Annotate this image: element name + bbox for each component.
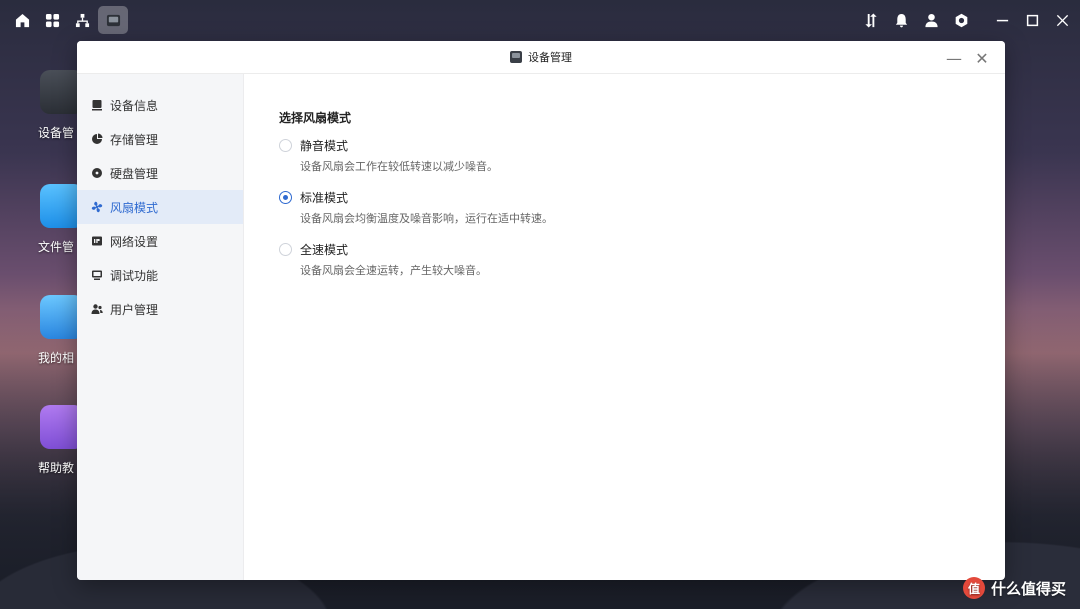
option-label: 静音模式	[300, 138, 349, 153]
sidebar-item-label: 硬盘管理	[110, 166, 159, 181]
minimize-icon: —	[946, 48, 962, 68]
user-icon[interactable]	[916, 6, 946, 34]
sidebar-item-users[interactable]: 用户管理	[77, 292, 243, 326]
close-icon[interactable]	[1047, 6, 1077, 34]
full-speed-mode-radio[interactable]	[279, 242, 292, 256]
sidebar-item-label: 设备信息	[110, 98, 159, 113]
device-manager-icon[interactable]	[98, 6, 128, 34]
minimize-icon[interactable]	[987, 6, 1017, 34]
option-label: 全速模式	[300, 242, 349, 257]
apps-grid-icon[interactable]	[37, 6, 67, 34]
watermark-text: 什么值得买	[990, 579, 1066, 598]
standard-mode-radio[interactable]	[279, 190, 292, 204]
network-ip-icon	[91, 235, 103, 247]
option-description: 设备风扇会均衡温度及噪音影响，运行在适中转速。	[300, 212, 553, 225]
maximize-icon[interactable]	[1017, 6, 1047, 34]
watermark-logo-icon: 值	[962, 577, 985, 599]
system-top-bar	[0, 0, 1080, 40]
device-management-window: 设备管理 — ✕ 设备信息 存储管理 硬盘管理 风扇模式 网络设置 调试功能 用…	[77, 41, 1005, 580]
section-title: 选择风扇模式	[279, 111, 352, 125]
sidebar-item-disk[interactable]: 硬盘管理	[77, 156, 243, 190]
network-icon[interactable]	[67, 6, 97, 34]
window-minimize-button[interactable]: —	[943, 47, 965, 69]
home-icon[interactable]	[7, 6, 37, 34]
window-close-button[interactable]: ✕	[971, 47, 993, 69]
pie-chart-icon	[91, 133, 103, 145]
fan-option-silent: 静音模式 设备风扇会工作在较低转速以减少噪音。	[279, 136, 985, 174]
settings-icon[interactable]	[946, 6, 976, 34]
option-label: 标准模式	[300, 190, 349, 205]
settings-sidebar: 设备信息 存储管理 硬盘管理 风扇模式 网络设置 调试功能 用户管理	[77, 74, 244, 580]
app-icon	[510, 51, 522, 63]
watermark: 值 什么值得买	[962, 577, 1066, 599]
sidebar-item-label: 调试功能	[110, 268, 159, 283]
disk-icon	[91, 167, 103, 179]
sidebar-item-fan-mode[interactable]: 风扇模式	[77, 190, 243, 224]
info-icon	[91, 99, 103, 111]
sidebar-item-debug[interactable]: 调试功能	[77, 258, 243, 292]
sidebar-item-device-info[interactable]: 设备信息	[77, 88, 243, 122]
sidebar-item-label: 网络设置	[110, 234, 159, 249]
fan-icon	[91, 201, 103, 213]
fan-option-standard: 标准模式 设备风扇会均衡温度及噪音影响，运行在适中转速。	[279, 188, 985, 226]
debug-icon	[91, 269, 103, 281]
sidebar-item-network[interactable]: 网络设置	[77, 224, 243, 258]
bell-icon[interactable]	[886, 6, 916, 34]
transfer-icon[interactable]	[856, 6, 886, 34]
option-description: 设备风扇会全速运转，产生较大噪音。	[300, 264, 487, 277]
fan-mode-panel: 选择风扇模式 静音模式 设备风扇会工作在较低转速以减少噪音。 标准模式 设备风扇…	[279, 109, 985, 292]
option-description: 设备风扇会工作在较低转速以减少噪音。	[300, 160, 498, 173]
sidebar-item-label: 用户管理	[110, 302, 159, 317]
fan-option-full-speed: 全速模式 设备风扇会全速运转，产生较大噪音。	[279, 240, 985, 278]
close-icon: ✕	[975, 48, 989, 68]
users-icon	[91, 303, 103, 315]
sidebar-item-label: 风扇模式	[110, 200, 159, 215]
window-titlebar[interactable]: 设备管理 — ✕	[77, 41, 1005, 74]
sidebar-item-label: 存储管理	[110, 132, 159, 147]
silent-mode-radio[interactable]	[279, 138, 292, 152]
sidebar-item-storage[interactable]: 存储管理	[77, 122, 243, 156]
window-title: 设备管理	[528, 51, 572, 64]
